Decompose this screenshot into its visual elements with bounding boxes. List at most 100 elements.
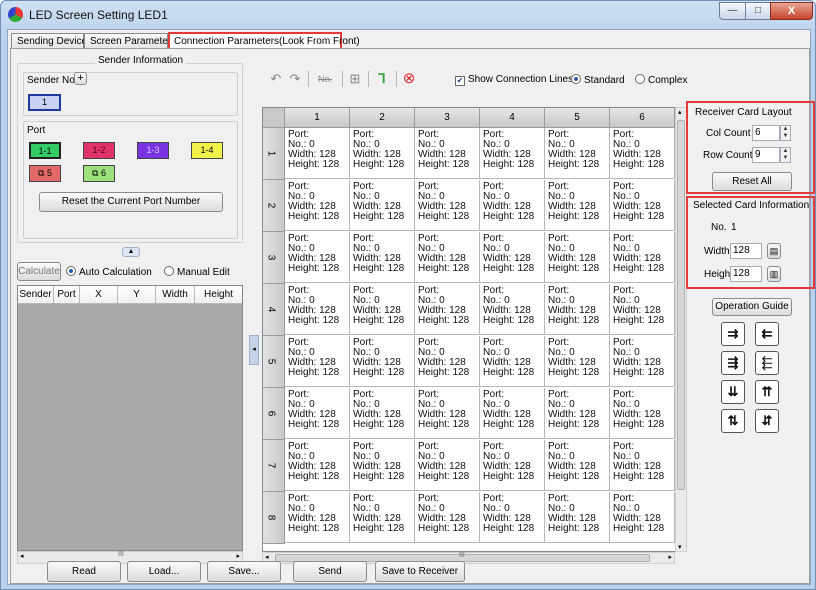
receiver-card-cell[interactable]: Port: No.: 0 Width: 128 Height: 128 <box>415 232 480 283</box>
delete-icon[interactable]: ⊗ <box>400 70 418 88</box>
receiver-card-cell[interactable]: Port: No.: 0 Width: 128 Height: 128 <box>350 388 415 439</box>
receiver-card-cell[interactable]: Port: No.: 0 Width: 128 Height: 128 <box>480 336 545 387</box>
selected-width-input[interactable]: 128 <box>730 243 762 259</box>
grid-icon[interactable]: ⊞ <box>346 70 364 88</box>
receiver-card-cell[interactable]: Port: No.: 0 Width: 128 Height: 128 <box>350 128 415 179</box>
receiver-card-cell[interactable]: Port: No.: 0 Width: 128 Height: 128 <box>285 388 350 439</box>
column-header[interactable]: 4 <box>480 108 545 128</box>
arrange-right-left-icon[interactable]: ⇇ <box>755 322 779 346</box>
save-button[interactable]: Save... <box>207 561 281 582</box>
add-sender-button[interactable]: + <box>74 72 87 85</box>
vertical-scroll-thumb[interactable] <box>677 120 685 490</box>
scroll-down-icon[interactable]: ▾ <box>678 543 682 551</box>
snake-down-icon[interactable]: ⇅ <box>721 409 745 433</box>
receiver-card-cell[interactable]: Port: No.: 0 Width: 128 Height: 128 <box>285 440 350 491</box>
load-button[interactable]: Load... <box>127 561 201 582</box>
row-header[interactable]: 1 <box>263 128 285 180</box>
scroll-left-icon[interactable]: ◂ <box>265 553 269 561</box>
column-header[interactable]: 3 <box>415 108 480 128</box>
receiver-card-cell[interactable]: Port: No.: 0 Width: 128 Height: 128 <box>480 284 545 335</box>
scroll-right-icon[interactable]: ▸ <box>668 553 672 561</box>
receiver-card-cell[interactable]: Port: No.: 0 Width: 128 Height: 128 <box>350 440 415 491</box>
row-header[interactable]: 3 <box>263 232 285 284</box>
receiver-card-cell[interactable]: Port: No.: 0 Width: 128 Height: 128 <box>610 284 675 335</box>
receiver-card-cell[interactable]: Port: No.: 0 Width: 128 Height: 128 <box>545 336 610 387</box>
receiver-card-cell[interactable]: Port: No.: 0 Width: 128 Height: 128 <box>415 180 480 231</box>
receiver-card-cell[interactable]: Port: No.: 0 Width: 128 Height: 128 <box>415 440 480 491</box>
scroll-up-icon[interactable]: ▴ <box>678 108 682 116</box>
column-header[interactable]: 6 <box>610 108 675 128</box>
column-header[interactable]: 1 <box>285 108 350 128</box>
maximize-button[interactable]: □ <box>745 2 771 20</box>
calculate-button[interactable]: Calculate <box>17 262 61 281</box>
receiver-card-cell[interactable]: Port: No.: 0 Width: 128 Height: 128 <box>480 232 545 283</box>
receiver-card-cell[interactable]: Port: No.: 0 Width: 128 Height: 128 <box>285 284 350 335</box>
manual-edit-radio[interactable]: Manual Edit <box>164 266 230 278</box>
sender-1-button[interactable]: 1 <box>28 94 61 111</box>
save-to-receiver-button[interactable]: Save to Receiver <box>375 561 465 582</box>
receiver-card-cell[interactable]: Port: No.: 0 Width: 128 Height: 128 <box>545 388 610 439</box>
receiver-card-cell[interactable]: Port: No.: 0 Width: 128 Height: 128 <box>480 492 545 543</box>
row-header[interactable]: 7 <box>263 440 285 492</box>
receiver-card-grid[interactable]: 1 2 3 4 5 6 1 Port: No.: 0 Width: 128 Height: 128 P… <box>262 107 676 552</box>
list-header-height[interactable]: Height <box>195 286 242 304</box>
port-list[interactable]: Sender Port X Y Width Height <box>17 285 243 551</box>
redo-icon[interactable]: ↷ <box>286 70 304 88</box>
connection-path-icon[interactable]: ⅂ <box>373 70 391 88</box>
row-header[interactable]: 4 <box>263 284 285 336</box>
receiver-card-cell[interactable]: Port: No.: 0 Width: 128 Height: 128 <box>415 388 480 439</box>
receiver-card-cell[interactable]: Port: No.: 0 Width: 128 Height: 128 <box>285 232 350 283</box>
tab-screen-parameters[interactable]: Screen Parameters <box>84 33 176 49</box>
minimize-button[interactable]: — <box>719 2 746 20</box>
row-header[interactable]: 2 <box>263 180 285 232</box>
collapse-up-icon[interactable]: ▲ <box>122 247 140 257</box>
scroll-right-icon[interactable]: ▸ <box>236 552 240 560</box>
port-1-3-button[interactable]: 1-3 <box>137 142 169 159</box>
receiver-card-cell[interactable]: Port: No.: 0 Width: 128 Height: 128 <box>480 440 545 491</box>
auto-calculation-radio[interactable]: Auto Calculation <box>66 266 152 278</box>
receiver-card-cell[interactable]: Port: No.: 0 Width: 128 Height: 128 <box>480 180 545 231</box>
apply-height-icon[interactable]: ▥ <box>767 266 781 282</box>
reset-all-button[interactable]: Reset All <box>712 172 792 191</box>
apply-width-icon[interactable]: ▤ <box>767 243 781 259</box>
receiver-card-cell[interactable]: Port: No.: 0 Width: 128 Height: 128 <box>545 128 610 179</box>
reset-port-button[interactable]: Reset the Current Port Number <box>39 192 223 212</box>
snake-left-icon[interactable]: ⬱ <box>755 351 779 375</box>
port-1-1-button[interactable]: 1-1 <box>29 142 61 159</box>
tab-sending-device[interactable]: Sending Device <box>11 33 87 49</box>
complex-radio[interactable]: Complex <box>635 74 687 86</box>
clear-number-icon[interactable]: No. <box>313 70 337 88</box>
receiver-card-cell[interactable]: Port: No.: 0 Width: 128 Height: 128 <box>545 492 610 543</box>
list-header-x[interactable]: X <box>80 286 118 304</box>
receiver-card-cell[interactable]: Port: No.: 0 Width: 128 Height: 128 <box>415 492 480 543</box>
scroll-left-icon[interactable]: ◂ <box>20 552 24 560</box>
port-6-button[interactable]: ⧉ 6 <box>83 165 115 182</box>
row-count-input[interactable]: 9 <box>752 147 780 163</box>
col-count-input[interactable]: 6 <box>752 125 780 141</box>
port-1-4-button[interactable]: 1-4 <box>191 142 223 159</box>
send-button[interactable]: Send <box>293 561 367 582</box>
list-header-port[interactable]: Port <box>54 286 80 304</box>
row-header[interactable]: 6 <box>263 388 285 440</box>
arrange-left-right-icon[interactable]: ⇉ <box>721 322 745 346</box>
undo-icon[interactable]: ↶ <box>267 70 285 88</box>
receiver-card-cell[interactable]: Port: No.: 0 Width: 128 Height: 128 <box>610 388 675 439</box>
receiver-card-cell[interactable]: Port: No.: 0 Width: 128 Height: 128 <box>610 232 675 283</box>
receiver-card-cell[interactable]: Port: No.: 0 Width: 128 Height: 128 <box>285 492 350 543</box>
port-5-button[interactable]: ⧉ 5 <box>29 165 61 182</box>
receiver-card-cell[interactable]: Port: No.: 0 Width: 128 Height: 128 <box>610 128 675 179</box>
operation-guide-button[interactable]: Operation Guide <box>712 298 792 316</box>
arrange-bottom-up-icon[interactable]: ⇈ <box>755 380 779 404</box>
collapse-left-icon[interactable]: ◂ <box>249 335 259 365</box>
list-header-y[interactable]: Y <box>118 286 156 304</box>
close-button[interactable]: X <box>770 2 813 20</box>
receiver-card-cell[interactable]: Port: No.: 0 Width: 128 Height: 128 <box>285 180 350 231</box>
receiver-card-cell[interactable]: Port: No.: 0 Width: 128 Height: 128 <box>350 492 415 543</box>
selected-height-input[interactable]: 128 <box>730 266 762 282</box>
standard-radio[interactable]: Standard <box>571 74 625 86</box>
list-header-width[interactable]: Width <box>156 286 195 304</box>
receiver-card-cell[interactable]: Port: No.: 0 Width: 128 Height: 128 <box>545 284 610 335</box>
receiver-card-cell[interactable]: Port: No.: 0 Width: 128 Height: 128 <box>545 440 610 491</box>
receiver-card-cell[interactable]: Port: No.: 0 Width: 128 Height: 128 <box>415 336 480 387</box>
receiver-card-cell[interactable]: Port: No.: 0 Width: 128 Height: 128 <box>610 440 675 491</box>
